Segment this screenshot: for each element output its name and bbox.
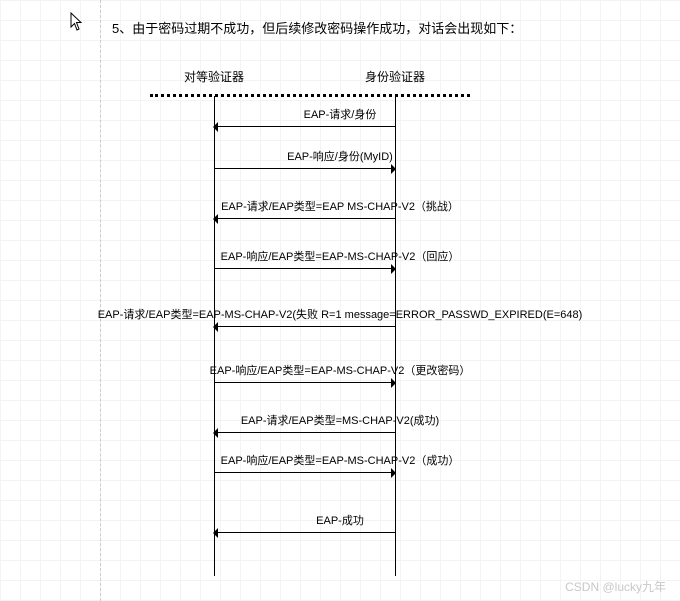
message-label: EAP-响应/EAP类型=EAP-MS-CHAP-V2（更改密码）: [0, 362, 680, 378]
page-title: 5、由于密码过期不成功，但后续修改密码操作成功，对话会出现如下：: [112, 18, 522, 37]
arrow-left-icon: [214, 218, 395, 219]
diagram-top-border: [150, 94, 470, 97]
cursor-icon: [70, 12, 84, 32]
message-label: EAP-响应/EAP类型=EAP-MS-CHAP-V2（成功）: [0, 452, 680, 468]
peer-label-left: 对等验证器: [184, 68, 244, 85]
arrow-right-icon: [214, 268, 395, 269]
message-label: EAP-请求/EAP类型=MS-CHAP-V2(成功): [0, 412, 680, 428]
sequence-diagram: 对等验证器 身份验证器 EAP-请求/身份 EAP-响应/身份(MyID) EAP-…: [0, 68, 680, 601]
peer-label-right: 身份验证器: [365, 68, 425, 85]
arrow-left-icon: [214, 532, 395, 533]
message-label: EAP-请求/EAP类型=EAP MS-CHAP-V2（挑战）: [0, 198, 680, 214]
message-label: EAP-响应/身份(MyID): [0, 148, 680, 164]
message-label: EAP-请求/EAP类型=EAP-MS-CHAP-V2(失败 R=1 messa…: [0, 306, 680, 322]
message-label: EAP-请求/身份: [0, 106, 680, 122]
message-label: EAP-成功: [0, 512, 680, 528]
arrow-right-icon: [214, 472, 395, 473]
arrow-left-icon: [214, 326, 395, 327]
message-label: EAP-响应/EAP类型=EAP-MS-CHAP-V2（回应）: [0, 248, 680, 264]
arrow-right-icon: [214, 168, 395, 169]
arrow-right-icon: [214, 382, 395, 383]
arrow-left-icon: [214, 126, 395, 127]
arrow-left-icon: [214, 432, 395, 433]
